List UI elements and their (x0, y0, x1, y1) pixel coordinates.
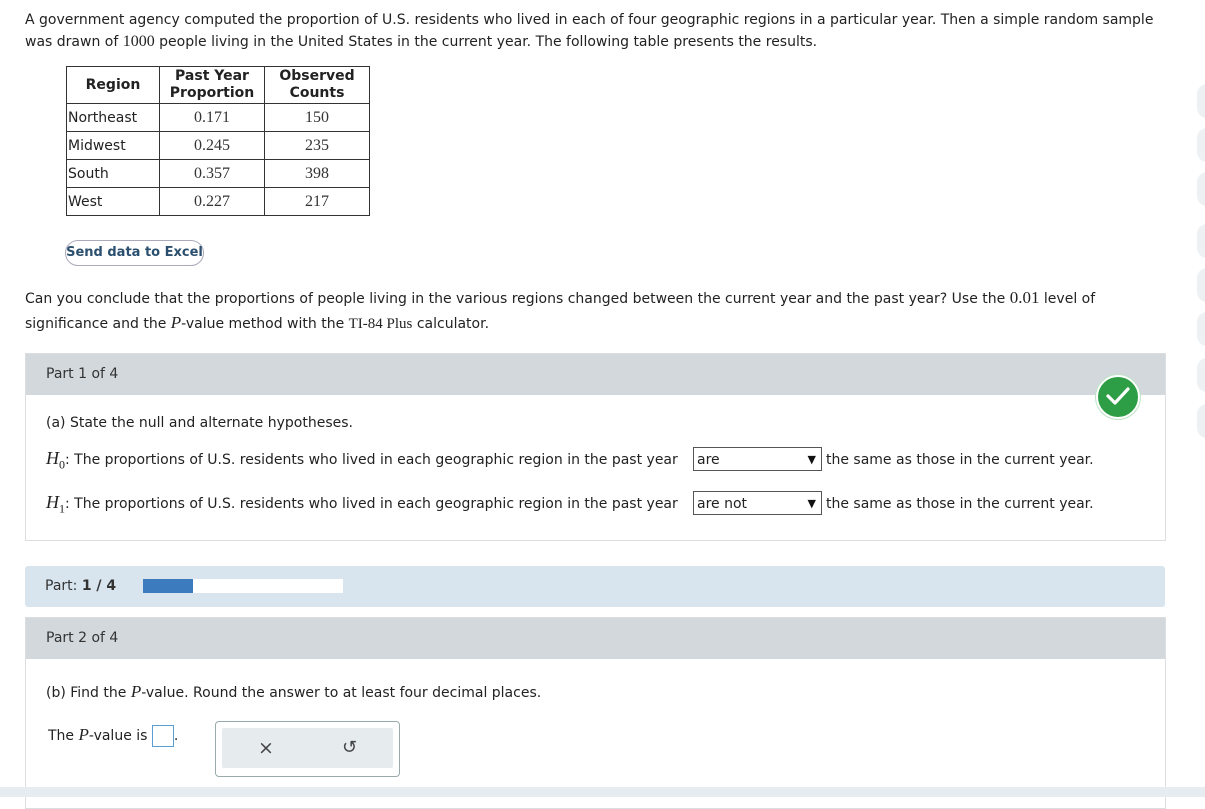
h1-select-value: are not (697, 496, 748, 512)
h0-symbol: H0 (46, 448, 65, 472)
answer-toolbar: × ↺ (215, 721, 400, 777)
h1-tail: the same as those in the current year. (826, 496, 1094, 512)
check-icon (1096, 375, 1140, 419)
cell-proportion: 0.357 (159, 159, 265, 188)
side-tab[interactable] (1197, 84, 1205, 118)
header-region: Region (66, 66, 160, 104)
progress-label: Part: 1 / 4 (45, 578, 117, 594)
side-tab[interactable] (1197, 128, 1205, 162)
table-row: West 0.227 217 (66, 187, 370, 216)
cell-region: West (66, 187, 160, 216)
cell-count: 235 (264, 131, 370, 160)
cell-count: 217 (264, 187, 370, 216)
send-to-excel-button[interactable]: Send data to Excel (65, 240, 204, 266)
h0-select[interactable]: are ▼ (693, 447, 822, 471)
progress-track (143, 579, 343, 593)
table-row: Midwest 0.245 235 (66, 131, 370, 160)
significance-level: 0.01 (1009, 288, 1040, 307)
data-table: Region Past Year Proportion Observed Count… (66, 66, 370, 216)
part-2-prompt: (b) Find the P-value. Round the answer t… (46, 682, 542, 701)
sample-size: 1000 (122, 33, 155, 50)
intro-text-end: people living in the United States in th… (154, 34, 818, 50)
part-1-header: Part 1 of 4 (26, 354, 1165, 395)
table-row: Northeast 0.171 150 (66, 103, 370, 132)
header-proportion: Past Year Proportion (159, 66, 265, 104)
table-header-row: Region Past Year Proportion Observed Count… (66, 66, 370, 104)
part-progress: Part: 1 / 4 (25, 566, 1165, 607)
cell-region: South (66, 159, 160, 188)
header-observed: Observed Counts (264, 66, 370, 104)
side-tab[interactable] (1197, 404, 1205, 438)
side-tab[interactable] (1197, 224, 1205, 258)
h0-select-value: are (697, 452, 720, 468)
side-tab[interactable] (1197, 172, 1205, 206)
cell-count: 398 (264, 159, 370, 188)
h1-select[interactable]: are not ▼ (693, 491, 822, 515)
p-value-answer-line: The P-value is . (48, 725, 178, 747)
part-2-panel: Part 2 of 4 (b) Find the P-value. Round … (25, 617, 1166, 809)
cell-region: Northeast (66, 103, 160, 132)
cell-region: Midwest (66, 131, 160, 160)
h1-symbol: H1 (46, 492, 65, 516)
side-tab[interactable] (1197, 358, 1205, 392)
p-value-input[interactable] (151, 725, 174, 747)
cell-proportion: 0.227 (159, 187, 265, 216)
x-icon[interactable]: × (258, 736, 274, 760)
bottom-scrollbar[interactable] (0, 787, 1205, 797)
problem-intro: A government agency computed the proport… (25, 10, 1165, 53)
dropdown-arrow-icon: ▼ (807, 497, 816, 510)
alternate-hypothesis: H1: The proportions of U.S. residents wh… (46, 492, 678, 516)
part-1-panel: Part 1 of 4 (a) State the null and alter… (25, 353, 1166, 541)
dropdown-arrow-icon: ▼ (807, 453, 816, 466)
progress-fill (143, 579, 193, 593)
part-2-header: Part 2 of 4 (26, 618, 1165, 659)
side-tab[interactable] (1197, 268, 1205, 302)
cell-proportion: 0.245 (159, 131, 265, 160)
cell-count: 150 (264, 103, 370, 132)
null-hypothesis: H0: The proportions of U.S. residents wh… (46, 448, 678, 472)
cell-proportion: 0.171 (159, 103, 265, 132)
undo-icon[interactable]: ↺ (342, 736, 357, 760)
side-tab[interactable] (1197, 312, 1205, 346)
h0-tail: the same as those in the current year. (826, 452, 1094, 468)
question-text: Can you conclude that the proportions of… (25, 288, 1096, 332)
part-1-prompt: (a) State the null and alternate hypothe… (46, 415, 353, 431)
table-row: South 0.357 398 (66, 159, 370, 188)
